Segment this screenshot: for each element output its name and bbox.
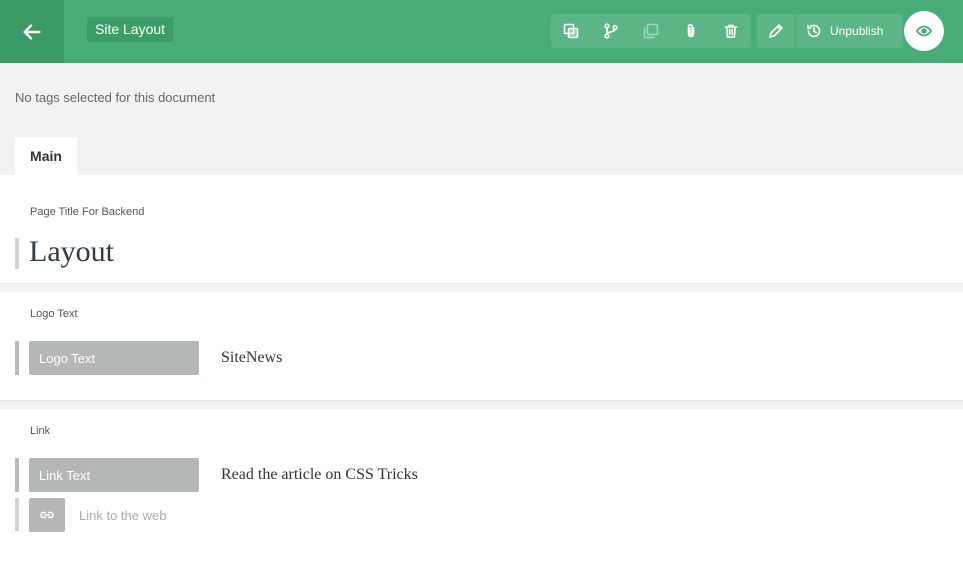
edit-button[interactable] xyxy=(757,14,796,48)
unpublish-label: Unpublish xyxy=(830,24,884,38)
branch-icon xyxy=(604,23,618,39)
logo-text-value[interactable]: SiteNews xyxy=(221,349,282,367)
page-title-panel: Page Title For Backend Layout xyxy=(0,175,963,284)
link-url-input[interactable] xyxy=(69,498,369,532)
back-button[interactable] xyxy=(0,0,64,63)
tab-main[interactable]: Main xyxy=(15,137,77,175)
link-panel: Link Link Text Read the article on CSS T… xyxy=(0,409,963,564)
field-accent-bar xyxy=(15,238,19,269)
document-toolbar xyxy=(551,14,751,48)
link-icon xyxy=(40,511,54,519)
link-text-value[interactable]: Read the article on CSS Tricks xyxy=(221,466,418,484)
field-accent-bar xyxy=(15,498,19,531)
attach-icon xyxy=(687,23,695,38)
logo-text-panel: Logo Text Logo Text SiteNews xyxy=(0,292,963,401)
history-icon xyxy=(807,24,821,38)
link-text-input-label: Link Text xyxy=(29,458,199,492)
link-button[interactable] xyxy=(29,498,65,532)
branch-button[interactable] xyxy=(591,14,631,48)
copy-button[interactable] xyxy=(631,14,671,48)
copy-icon xyxy=(643,23,659,39)
tags-message[interactable]: No tags selected for this document xyxy=(15,90,215,105)
pencil-icon xyxy=(769,24,783,38)
trash-icon xyxy=(724,24,738,38)
page-title-label: Page Title For Backend xyxy=(30,206,145,218)
document-title[interactable]: Site Layout xyxy=(87,17,174,42)
preview-button[interactable] xyxy=(904,11,944,51)
top-header: Site Layout Unpublish xyxy=(0,0,963,63)
duplicate-button[interactable] xyxy=(551,14,591,48)
field-accent-bar xyxy=(15,341,19,375)
page-title-value[interactable]: Layout xyxy=(29,235,114,269)
link-label: Link xyxy=(30,425,51,437)
duplicate-icon xyxy=(563,23,579,39)
logo-text-label: Logo Text xyxy=(30,308,78,320)
publish-toolbar: Unpublish xyxy=(757,14,903,48)
attach-button[interactable] xyxy=(671,14,711,48)
delete-button[interactable] xyxy=(711,14,751,48)
logo-text-input-label: Logo Text xyxy=(29,341,199,375)
eye-icon xyxy=(916,25,932,37)
unpublish-button[interactable]: Unpublish xyxy=(796,14,903,48)
arrow-left-icon xyxy=(23,23,41,40)
field-accent-bar xyxy=(15,458,19,492)
